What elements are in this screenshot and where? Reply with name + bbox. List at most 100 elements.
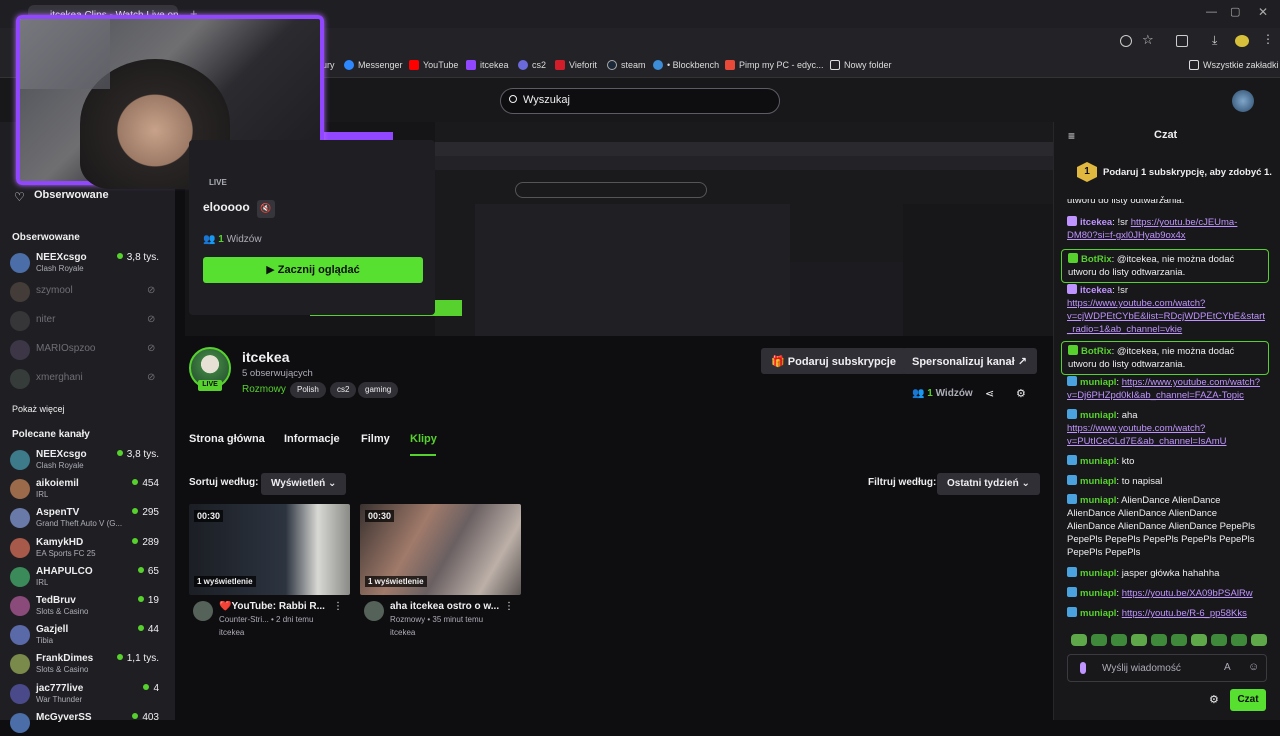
bookmark-item[interactable]: Pimp my PC - edyc... <box>725 60 824 70</box>
gear-icon[interactable]: ⚙ <box>1209 693 1219 706</box>
bookmark-item[interactable]: steam <box>607 60 646 70</box>
chat-username[interactable]: muniapl <box>1080 608 1116 619</box>
recommended-channel-item[interactable]: AHAPULCO IRL 65 <box>10 564 165 590</box>
recommended-channel-item[interactable]: TedBruv Slots & Casino 19 <box>10 593 165 619</box>
search-input[interactable]: Wyszukaj <box>500 88 780 114</box>
gift-subscription-button[interactable]: 🎁 Podaruj subskrypcje <box>761 348 906 374</box>
chat-username[interactable]: muniapl <box>1080 377 1116 388</box>
tag-gaming[interactable]: gaming <box>358 382 399 398</box>
sort-dropdown[interactable]: Wyświetleń ⌄ <box>261 473 347 495</box>
clip-avatar[interactable] <box>364 601 384 621</box>
bookmark-item[interactable]: • Blockbench <box>653 60 719 70</box>
recommended-channel-item[interactable]: McGyverSS 403 <box>10 710 165 736</box>
emote-icon[interactable] <box>1151 634 1167 646</box>
chat-username[interactable]: muniapl <box>1080 410 1116 421</box>
bookmark-item[interactable]: Messenger <box>344 60 403 70</box>
all-bookmarks[interactable]: Wszystkie zakładki <box>1189 60 1279 70</box>
tab-home[interactable]: Strona główna <box>189 433 265 445</box>
start-watching-button[interactable]: ▶ Zacznij oglądać <box>203 257 423 283</box>
share-icon[interactable]: ⋖ <box>985 387 994 400</box>
emote-icon[interactable] <box>1131 634 1147 646</box>
channel-category[interactable]: Rozmowy <box>242 384 286 395</box>
profile-icon[interactable] <box>1235 35 1249 47</box>
more-options-icon[interactable]: ⋮ <box>333 601 343 612</box>
customize-channel-button[interactable]: Spersonalizuj kanał ↗ <box>902 348 1037 374</box>
star-icon[interactable]: ☆ <box>1142 32 1154 48</box>
mute-icon[interactable]: 🔇 <box>257 200 275 218</box>
chat-username[interactable]: muniapl <box>1080 456 1116 467</box>
mic-icon[interactable] <box>1080 662 1086 674</box>
bookmark-item[interactable]: cs2 <box>518 60 546 70</box>
maximize-icon[interactable]: ▢ <box>1230 5 1240 18</box>
more-options-icon[interactable]: ⋮ <box>504 601 514 612</box>
chat-username[interactable]: BotRix <box>1081 254 1112 265</box>
chat-input[interactable]: Wyślij wiadomość A ☺ <box>1067 654 1267 682</box>
tag-polish[interactable]: Polish <box>290 382 326 398</box>
clip-title[interactable]: aha itcekea ostro o w... <box>390 601 502 612</box>
tab-about[interactable]: Informacje <box>284 433 340 445</box>
bookmark-item[interactable]: YouTube <box>409 60 458 70</box>
emote-icon[interactable] <box>1211 634 1227 646</box>
chat-link[interactable]: https://youtu.be/R-6_pp58Kks <box>1122 608 1247 619</box>
followed-channel-item[interactable]: NEEXcsgo Clash Royale 3,8 tys. <box>10 250 165 276</box>
followed-channel-item[interactable]: niter ⊘ <box>10 308 165 334</box>
chat-username[interactable]: itcekea <box>1080 217 1112 228</box>
emote-icon[interactable] <box>1191 634 1207 646</box>
user-avatar[interactable] <box>1232 90 1254 112</box>
recommended-channel-item[interactable]: AspenTV Grand Theft Auto V (G... 295 <box>10 505 165 531</box>
emoji-icon[interactable]: ☺ <box>1248 661 1259 673</box>
user-settings-icon[interactable]: ⚙ <box>1016 387 1026 400</box>
tab-clips[interactable]: Klipy <box>410 433 437 445</box>
followed-channel-item[interactable]: xmerghani ⊘ <box>10 366 165 392</box>
menu-icon[interactable]: ⋮ <box>1262 32 1274 46</box>
emote-icon[interactable] <box>1171 634 1187 646</box>
translate-icon[interactable]: A <box>1224 662 1231 673</box>
clip-avatar[interactable] <box>193 601 213 621</box>
clip-title[interactable]: ❤️YouTube: Rabbi R... <box>219 601 331 612</box>
eye-off-icon[interactable] <box>1120 35 1132 47</box>
channel-name[interactable]: itcekea <box>242 349 289 365</box>
chat-link[interactable]: https://www.youtube.com/watch?v=PUtICeCL… <box>1067 423 1226 447</box>
bookmark-item[interactable]: Vieforit <box>555 60 597 70</box>
extensions-icon[interactable] <box>1176 35 1188 47</box>
emote-icon[interactable] <box>1071 634 1087 646</box>
tag-cs2[interactable]: cs2 <box>330 382 357 398</box>
chat-username[interactable]: muniapl <box>1080 588 1116 599</box>
viewer-count: 65 <box>138 566 159 577</box>
clip-channel[interactable]: itcekea <box>219 628 244 637</box>
tab-videos[interactable]: Filmy <box>361 433 390 445</box>
recommended-channel-item[interactable]: KamykHD EA Sports FC 25 289 <box>10 535 165 561</box>
filter-dropdown[interactable]: Ostatni tydzień ⌄ <box>937 473 1040 495</box>
nav-followed[interactable]: Obserwowane <box>34 189 109 201</box>
chat-username[interactable]: muniapl <box>1080 495 1116 506</box>
sub-goal-text[interactable]: Podaruj 1 subskrypcję, aby zdobyć 1. <box>1103 167 1272 178</box>
chat-username[interactable]: itcekea <box>1080 285 1112 296</box>
recommended-channel-item[interactable]: Gazjell Tibia 44 <box>10 622 165 648</box>
close-window-icon[interactable]: ✕ <box>1258 5 1268 19</box>
chat-link[interactable]: https://youtu.be/XA09bPSAlRw <box>1122 588 1253 599</box>
followed-header: Obserwowane <box>12 232 80 243</box>
chat-send-button[interactable]: Czat <box>1230 689 1266 711</box>
followed-channel-item[interactable]: MARIOspzoo ⊘ <box>10 337 165 363</box>
followed-channel-item[interactable]: szymool ⊘ <box>10 279 165 305</box>
bookmark-item[interactable]: itcekea <box>466 60 509 70</box>
recommended-channel-item[interactable]: aikoiemil IRL 454 <box>10 476 165 502</box>
show-more-link[interactable]: Pokaż więcej <box>12 404 65 414</box>
minimize-icon[interactable]: — <box>1206 6 1217 18</box>
chat-username[interactable]: muniapl <box>1080 476 1116 487</box>
recommended-channel-item[interactable]: FrankDimes Slots & Casino 1,1 tys. <box>10 651 165 677</box>
emote-icon[interactable] <box>1091 634 1107 646</box>
faceit-icon <box>518 60 528 70</box>
chat-link[interactable]: https://www.youtube.com/watch?v=cjWDPEtC… <box>1067 298 1265 335</box>
emote-icon[interactable] <box>1231 634 1247 646</box>
chat-username[interactable]: muniapl <box>1080 568 1116 579</box>
recommended-channel-item[interactable]: NEEXcsgo Clash Royale 3,8 tys. <box>10 447 165 473</box>
emote-icon[interactable] <box>1251 634 1267 646</box>
chat-username[interactable]: BotRix <box>1081 346 1112 357</box>
download-icon[interactable]: ⤓ <box>1212 33 1217 48</box>
collapse-chat-icon[interactable]: ≡ <box>1068 129 1075 143</box>
recommended-channel-item[interactable]: jac777live War Thunder 4 <box>10 681 165 707</box>
emote-icon[interactable] <box>1111 634 1127 646</box>
clip-channel[interactable]: itcekea <box>390 628 415 637</box>
bookmark-folder[interactable]: Nowy folder <box>830 60 892 70</box>
